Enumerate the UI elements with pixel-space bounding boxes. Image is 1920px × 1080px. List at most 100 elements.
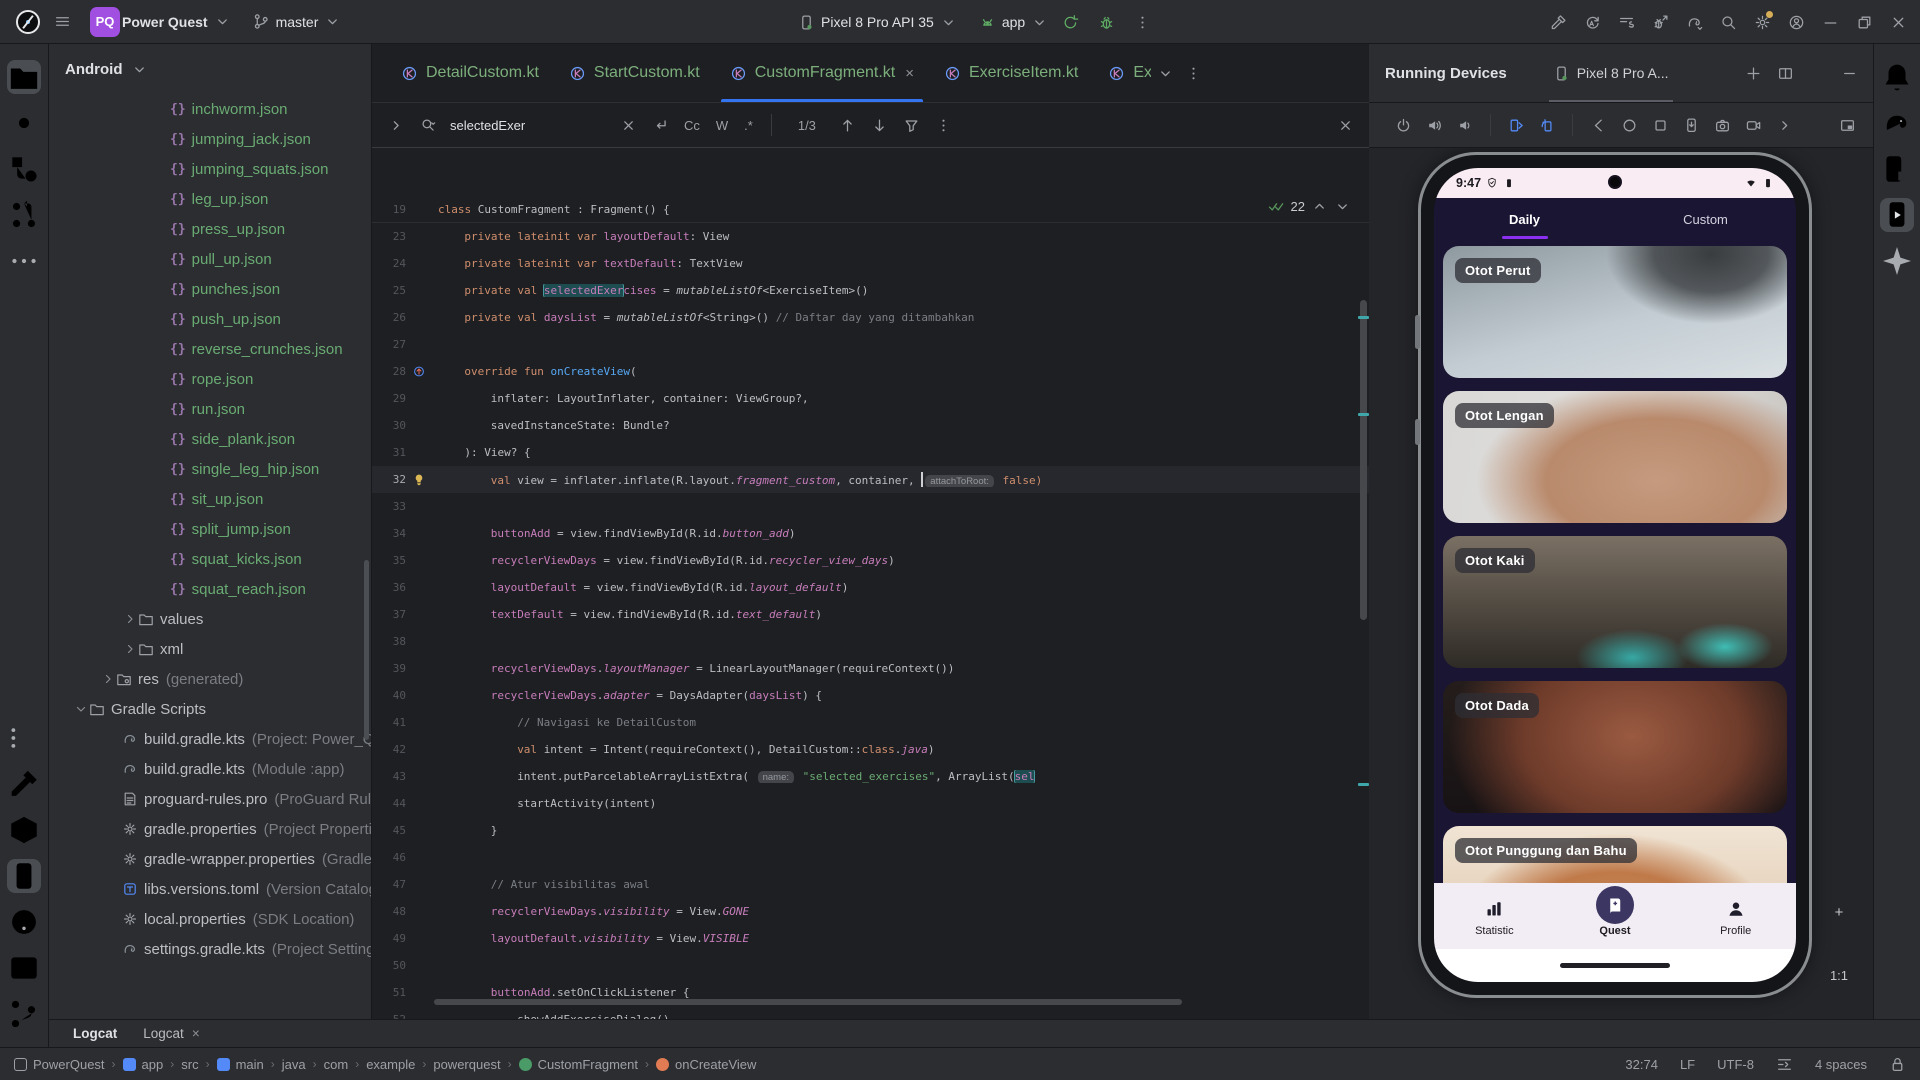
more-kebab-icon[interactable] [930, 111, 958, 139]
code-line[interactable]: 23private lateinit var layoutDefault: Vi… [372, 223, 1369, 250]
hide-panel-icon[interactable] [1835, 59, 1863, 87]
screenshot-icon[interactable] [1708, 111, 1736, 139]
more-kebab-icon[interactable] [1803, 59, 1831, 87]
editor-tab-DetailCustom.kt[interactable]: DetailCustom.kt [386, 44, 554, 102]
debug-button[interactable] [1092, 8, 1120, 36]
volume-down-icon[interactable] [1451, 111, 1479, 139]
user-profile-icon[interactable] [1782, 8, 1810, 36]
code-line[interactable]: 45} [372, 817, 1369, 844]
breadcrumb-item[interactable]: com [324, 1057, 349, 1072]
branch-selector[interactable]: master [253, 13, 342, 30]
indent-setting[interactable]: 4 spaces [1815, 1057, 1867, 1072]
previous-match-icon[interactable] [834, 111, 862, 139]
readonly-lock-icon[interactable] [1889, 1056, 1906, 1073]
tool-device-manager[interactable] [7, 859, 41, 893]
tree-item[interactable]: values [49, 604, 371, 634]
tree-item[interactable]: settings.gradle.kts(Project Settings) [49, 934, 371, 964]
code-line[interactable]: 26private val daysList = mutableListOf<S… [372, 304, 1369, 331]
code-line[interactable]: 50 [372, 952, 1369, 979]
tool-more-options[interactable] [7, 244, 41, 278]
tree-item[interactable]: {}reverse_crunches.json [49, 334, 371, 364]
tool-build[interactable] [7, 767, 41, 801]
tree-item[interactable]: local.properties(SDK Location) [49, 904, 371, 934]
code-line[interactable]: 34buttonAdd = view.findViewById(R.id.but… [372, 520, 1369, 547]
intention-bulb-icon[interactable] [412, 471, 426, 488]
zoom-in-button[interactable]: + [1824, 897, 1854, 927]
back-icon[interactable] [1584, 111, 1612, 139]
device-selector[interactable]: Pixel 8 Pro API 35 [798, 14, 957, 31]
breadcrumb-item[interactable]: main [217, 1057, 264, 1072]
editor-horizontal-scrollbar[interactable] [434, 999, 1182, 1005]
tree-item[interactable]: {}run.json [49, 394, 371, 424]
next-match-icon[interactable] [866, 111, 894, 139]
clear-search-icon[interactable] [614, 111, 642, 139]
chevron-down-icon[interactable] [73, 701, 89, 717]
rotate-left-icon[interactable] [1533, 111, 1561, 139]
tool-gemini[interactable] [1880, 244, 1914, 278]
code-editor[interactable]: 19class CustomFragment : Fragment() {23p… [372, 192, 1369, 1019]
tool-pull-requests[interactable] [7, 198, 41, 232]
tree-item[interactable]: {}side_plank.json [49, 424, 371, 454]
split-window-icon[interactable] [1771, 59, 1799, 87]
exercise-card[interactable]: Otot Perut [1443, 246, 1787, 378]
run-config-selector[interactable]: app [979, 14, 1048, 31]
close-tab-icon[interactable]: × [192, 1026, 200, 1041]
window-minimize-icon[interactable] [1816, 8, 1844, 36]
tool-project-folder[interactable] [7, 60, 41, 94]
tree-item[interactable]: Gradle Scripts [49, 694, 371, 724]
gesture-bar[interactable] [1560, 963, 1670, 968]
breadcrumb-item[interactable]: app [123, 1057, 164, 1072]
code-line[interactable]: 19class CustomFragment : Fragment() { [372, 196, 1369, 223]
code-line[interactable]: 46 [372, 844, 1369, 871]
snapshot-icon[interactable] [1677, 111, 1705, 139]
power-icon[interactable] [1389, 111, 1417, 139]
code-line[interactable]: 43intent.putParcelableArrayListExtra( na… [372, 763, 1369, 790]
tree-item[interactable]: res(generated) [49, 664, 371, 694]
breadcrumb-item[interactable]: onCreateView [656, 1057, 756, 1072]
nav-item-Profile[interactable]: Profile [1675, 896, 1796, 937]
tree-item[interactable]: {}press_up.json [49, 214, 371, 244]
app-tab-Custom[interactable]: Custom [1615, 212, 1796, 227]
home-icon[interactable] [1615, 111, 1643, 139]
chevron-right-icon[interactable] [122, 611, 138, 627]
screen-record-icon[interactable] [1739, 111, 1767, 139]
tree-item[interactable]: {}jumping_jack.json [49, 124, 371, 154]
newline-icon[interactable] [646, 111, 674, 139]
code-line[interactable]: 29inflater: LayoutInflater, container: V… [372, 385, 1369, 412]
code-line[interactable]: 40recyclerViewDays.adapter = DaysAdapter… [372, 682, 1369, 709]
breadcrumb-item[interactable]: PowerQuest [14, 1057, 105, 1072]
code-line[interactable]: 39recyclerViewDays.layoutManager = Linea… [372, 655, 1369, 682]
tree-item[interactable]: {}inchworm.json [49, 94, 371, 124]
editor-tab-ExerciseItem.kt[interactable]: ExerciseItem.kt [929, 44, 1093, 102]
breadcrumb-item[interactable]: src [181, 1057, 198, 1072]
window-close-icon[interactable] [1884, 8, 1912, 36]
breadcrumb-item[interactable]: example [366, 1057, 415, 1072]
picture-in-picture-icon[interactable] [1833, 111, 1861, 139]
line-ending[interactable]: LF [1680, 1057, 1695, 1072]
sync-project-icon[interactable] [1578, 8, 1606, 36]
caret-position[interactable]: 32:74 [1625, 1057, 1658, 1072]
tree-item[interactable]: {}punches.json [49, 274, 371, 304]
code-line[interactable]: 35recyclerViewDays = view.findViewById(R… [372, 547, 1369, 574]
tree-item[interactable]: {}rope.json [49, 364, 371, 394]
tool-dependencies[interactable] [7, 813, 41, 847]
tool-commit[interactable] [7, 106, 41, 140]
device-tab[interactable]: Pixel 8 Pro A... [1549, 44, 1673, 102]
code-line[interactable]: 27 [372, 331, 1369, 358]
build-hammer-icon[interactable] [1544, 8, 1572, 36]
exercise-card[interactable]: Otot Lengan [1443, 391, 1787, 523]
breadcrumb-item[interactable]: powerquest [433, 1057, 500, 1072]
volume-up-icon[interactable] [1420, 111, 1448, 139]
editor-tab-StartCustom.kt[interactable]: StartCustom.kt [554, 44, 715, 102]
tool-problems[interactable] [7, 905, 41, 939]
whole-words-toggle[interactable]: W [710, 116, 734, 135]
settings-gear-icon[interactable] [1748, 8, 1776, 36]
tab-options-kebab-icon[interactable] [1179, 59, 1207, 87]
rerun-button[interactable] [1056, 8, 1084, 36]
editor-tab-CustomFragment.kt[interactable]: CustomFragment.kt× [715, 44, 929, 102]
chevron-right-icon[interactable] [122, 641, 138, 657]
tree-item[interactable]: {}leg_up.json [49, 184, 371, 214]
tool-notifications[interactable] [1880, 60, 1914, 94]
tree-item[interactable]: proguard-rules.pro(ProGuard Rules) [49, 784, 371, 814]
file-encoding[interactable]: UTF-8 [1717, 1057, 1754, 1072]
